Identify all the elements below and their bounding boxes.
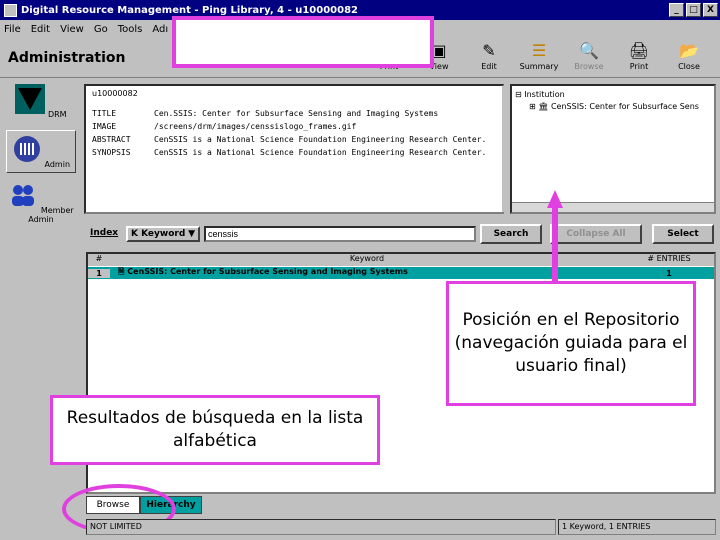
detail-value: /screens/drm/images/censsislogo_frames.g…	[154, 122, 357, 131]
menu-tools[interactable]: Tools	[118, 24, 143, 35]
detail-value: CenSSIS is a National Science Foundation…	[154, 148, 487, 157]
annotation-arrow	[547, 190, 563, 285]
close-folder-icon: 📂	[679, 40, 699, 60]
col-header-num[interactable]: #	[88, 254, 110, 266]
window-title: Digital Resource Management - Ping Libra…	[21, 4, 358, 16]
close-button[interactable]: X	[703, 3, 718, 17]
tree-root-label: Institution	[524, 90, 565, 99]
status-right: 1 Keyword, 1 ENTRIES	[558, 519, 716, 535]
browse-icon: 🔍	[579, 40, 599, 60]
summary-button[interactable]: ☰ Summary	[514, 40, 564, 76]
menu-file[interactable]: File	[4, 24, 21, 35]
menu-admin[interactable]: Adı	[152, 24, 168, 35]
index-label: Index	[90, 228, 119, 238]
maximize-button[interactable]: □	[686, 3, 701, 17]
sidebar-item-admin[interactable]: Admin	[6, 130, 76, 173]
admin-icon	[13, 136, 40, 162]
row-entries: 1	[666, 268, 672, 278]
menu-edit[interactable]: Edit	[31, 24, 50, 35]
search-bar: Index K Keyword ▼ Search Collapse All Se…	[86, 218, 718, 246]
redaction-box	[172, 16, 434, 68]
detail-key: TITLE	[92, 109, 117, 118]
edit-label: Edit	[481, 62, 497, 71]
browse-button[interactable]: 🔍 Browse	[564, 40, 614, 76]
detail-row: TITLE Cen.SSIS: Center for Subsurface Se…	[92, 107, 496, 120]
document-icon: 🗎	[118, 267, 128, 276]
search-input[interactable]	[204, 226, 476, 242]
app-icon	[4, 3, 17, 17]
detail-row: SYNOPSIS CenSSIS is a National Science F…	[92, 146, 496, 159]
table-row[interactable]: 1 🗎 CenSSIS: Center for Subsurface Sensi…	[88, 267, 714, 279]
callout-search-results: Resultados de búsqueda en la lista alfab…	[50, 395, 380, 465]
chevron-down-icon: ▼	[188, 229, 195, 239]
index-select-value: K Keyword	[131, 229, 186, 239]
detail-key: SYNOPSIS	[92, 148, 131, 157]
close-label: Close	[678, 62, 700, 71]
sidebar-label-admin: Admin	[44, 160, 71, 169]
institution-icon: 🏛	[538, 102, 549, 111]
edit-button[interactable]: ✎ Edit	[464, 40, 514, 76]
tree-node-root[interactable]: ⊟ Institution	[515, 89, 711, 101]
menu-go[interactable]: Go	[94, 24, 108, 35]
summary-label: Summary	[519, 62, 559, 71]
col-header-entries[interactable]: # ENTRIES	[624, 254, 714, 266]
callout-repository-position: Posición en el Repositorio (navegación g…	[446, 281, 696, 406]
page-title: Administration	[8, 50, 126, 66]
status-left: NOT LIMITED	[86, 519, 556, 535]
sidebar-label-drm: DRM	[47, 110, 67, 119]
tree-child-label: CenSSIS: Center for Subsurface Sens	[550, 102, 699, 111]
drm-icon	[15, 84, 46, 114]
close-toolbar-button[interactable]: 📂 Close	[664, 40, 714, 76]
print-icon: 🖨	[628, 40, 650, 60]
sidebar-item-member-admin[interactable]: Member Admin	[6, 180, 76, 224]
index-select[interactable]: K Keyword ▼	[126, 226, 200, 242]
minimize-button[interactable]: _	[669, 3, 684, 17]
detail-scrollbar[interactable]	[502, 86, 510, 212]
detail-row: IMAGE /screens/drm/images/censsislogo_fr…	[92, 120, 496, 133]
sidebar-item-drm[interactable]: DRM	[6, 84, 76, 119]
menu-view[interactable]: View	[60, 24, 84, 35]
search-button[interactable]: Search	[480, 224, 542, 244]
window-controls: _ □ X	[669, 3, 718, 17]
browse-label: Browse	[574, 62, 604, 71]
select-button[interactable]: Select	[652, 224, 714, 244]
row-num: 1	[88, 268, 110, 278]
print2-button[interactable]: 🖨 Print	[614, 40, 664, 76]
detail-key: ABSTRACT	[92, 135, 131, 144]
row-keyword: CenSSIS: Center for Subsurface Sensing a…	[127, 267, 408, 276]
tree-node-child[interactable]: ⊞ 🏛 CenSSIS: Center for Subsurface Sens	[515, 101, 711, 113]
record-detail-panel: u10000082 TITLE Cen.SSIS: Center for Sub…	[84, 84, 504, 214]
detail-value: Cen.SSIS: Center for Subsurface Sensing …	[154, 109, 439, 118]
edit-icon: ✎	[482, 40, 496, 60]
record-id: u10000082	[92, 89, 138, 98]
summary-icon: ☰	[531, 40, 547, 60]
member-admin-icon	[12, 185, 35, 206]
detail-row: ABSTRACT CenSSIS is a National Science F…	[92, 133, 496, 146]
detail-key: IMAGE	[92, 122, 117, 131]
print2-label: Print	[629, 62, 649, 71]
results-header: # Keyword # ENTRIES	[88, 254, 714, 266]
detail-value: CenSSIS is a National Science Foundation…	[154, 135, 487, 144]
